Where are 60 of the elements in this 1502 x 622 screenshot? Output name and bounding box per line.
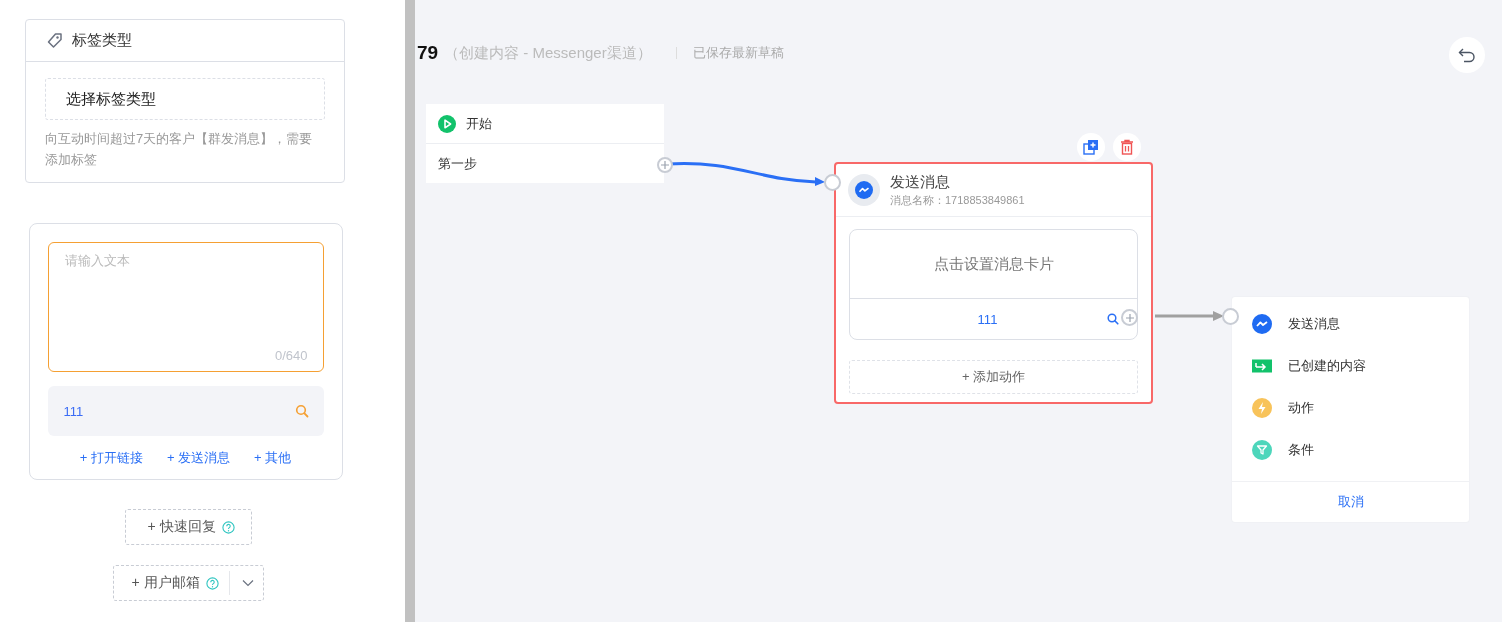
quick-reply-button[interactable]: + 快速回复 bbox=[125, 509, 252, 545]
button-label: + 用户邮箱 bbox=[131, 574, 200, 592]
plus-icon bbox=[661, 161, 669, 169]
help-icon[interactable] bbox=[205, 576, 219, 590]
flow-title: 79 bbox=[417, 42, 439, 64]
search-icon[interactable] bbox=[294, 404, 309, 418]
menu-label: 动作 bbox=[1288, 399, 1314, 417]
scrollbar[interactable] bbox=[405, 0, 415, 622]
message-name: 消息名称：1718853849861 bbox=[890, 192, 1025, 208]
duplicate-icon bbox=[1083, 139, 1099, 155]
cancel-button[interactable]: 取消 bbox=[1232, 481, 1469, 522]
button-label: 111 bbox=[977, 311, 998, 327]
search-icon[interactable] bbox=[1107, 313, 1119, 325]
card-title: 标签类型 bbox=[72, 31, 132, 50]
add-action-button[interactable]: + 添加动作 bbox=[849, 360, 1138, 394]
menu-label: 条件 bbox=[1288, 441, 1314, 459]
message-button[interactable]: 111 bbox=[47, 386, 324, 436]
card-prompt[interactable]: 点击设置消息卡片 bbox=[850, 230, 1137, 299]
hint-text: 向互动时间超过7天的客户【群发消息】，需要添加标签 bbox=[45, 130, 314, 169]
lightning-icon bbox=[1252, 398, 1272, 418]
card-button[interactable]: 111 bbox=[850, 299, 1137, 339]
filter-icon bbox=[1252, 440, 1272, 460]
play-icon bbox=[438, 114, 456, 133]
tag-type-select[interactable]: 选择标签类型 bbox=[45, 78, 325, 120]
menu-item[interactable]: 已创建的内容 bbox=[1232, 345, 1469, 387]
connector-arrow bbox=[1155, 310, 1225, 322]
button-label: 111 bbox=[63, 403, 84, 419]
node-title: 开始 bbox=[466, 114, 492, 133]
message-node[interactable]: 发送消息 消息名称：1718853849861 点击设置消息卡片 111 + 添加动作 bbox=[834, 162, 1153, 404]
plus-icon bbox=[1125, 313, 1134, 322]
start-node[interactable]: 开始 第一步 bbox=[426, 104, 664, 183]
menu-label: 发送消息 bbox=[1288, 315, 1340, 333]
tag-icon bbox=[46, 31, 64, 50]
arrow-box-icon bbox=[1252, 359, 1272, 373]
chevron-down-icon[interactable] bbox=[241, 579, 254, 587]
menu-item[interactable]: 条件 bbox=[1232, 429, 1469, 471]
undo-button[interactable] bbox=[1449, 37, 1485, 73]
input-port[interactable] bbox=[824, 174, 841, 191]
save-status: 已保存最新草稿 bbox=[692, 44, 784, 62]
undo-icon bbox=[1458, 47, 1476, 63]
input-port[interactable] bbox=[1222, 308, 1239, 325]
node-title: 发送消息 bbox=[890, 172, 951, 192]
menu-item[interactable]: 动作 bbox=[1232, 387, 1469, 429]
messenger-icon bbox=[1252, 314, 1272, 334]
flow-subtitle: （创建内容 - Messenger渠道） bbox=[444, 43, 652, 63]
messenger-icon bbox=[855, 181, 873, 199]
duplicate-button[interactable] bbox=[1077, 133, 1105, 161]
help-icon[interactable] bbox=[221, 520, 235, 534]
menu-label: 已创建的内容 bbox=[1288, 357, 1366, 375]
delete-button[interactable] bbox=[1113, 133, 1141, 161]
char-counter: 0/640 bbox=[274, 348, 308, 363]
add-link[interactable]: + 打开链接 bbox=[79, 449, 143, 467]
button-label: + 快速回复 bbox=[147, 518, 216, 536]
step-label: 第一步 bbox=[437, 155, 478, 173]
output-port[interactable] bbox=[657, 157, 673, 173]
menu-item[interactable]: 发送消息 bbox=[1232, 303, 1469, 345]
add-link[interactable]: + 其他 bbox=[254, 449, 292, 467]
add-link[interactable]: + 发送消息 bbox=[166, 449, 231, 467]
trash-icon bbox=[1120, 139, 1134, 155]
user-email-button[interactable]: + 用户邮箱 bbox=[113, 565, 264, 601]
